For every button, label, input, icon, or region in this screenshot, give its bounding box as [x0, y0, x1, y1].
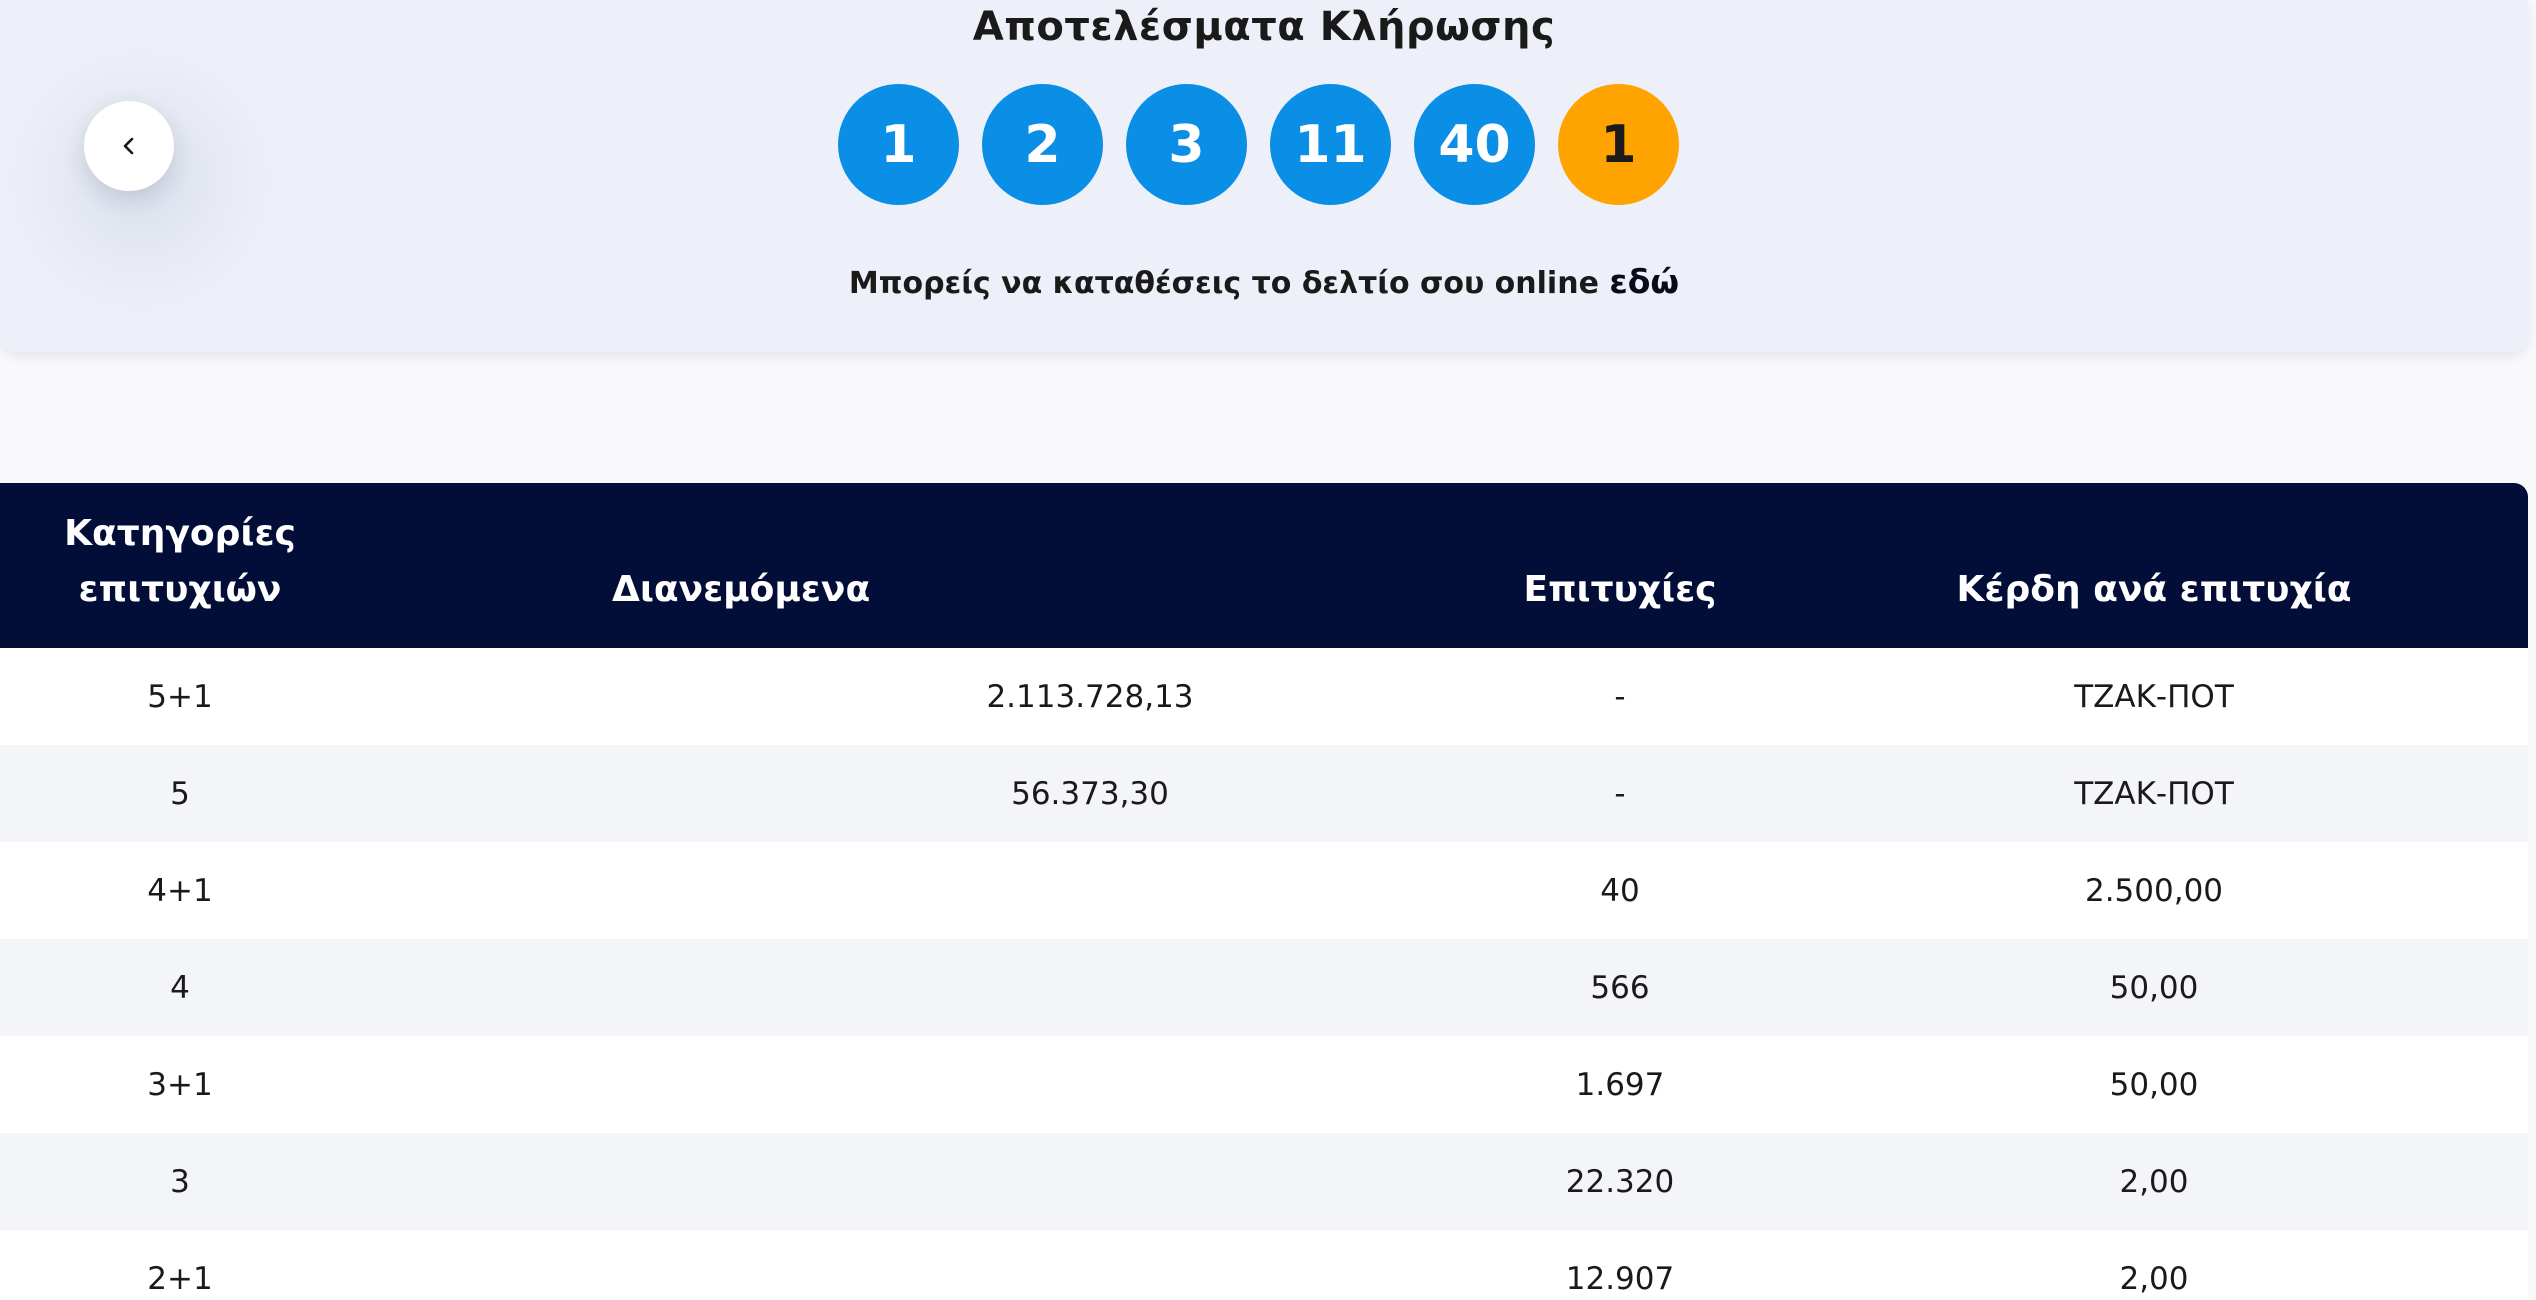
online-submit-text: Μπορείς να καταθέσεις το δελτίο σου onli…	[0, 262, 2528, 301]
cell-distributed	[360, 1036, 1460, 1133]
cell-distributed: 56.373,30	[360, 745, 1460, 842]
header-category: Κατηγορίες επιτυχιών	[64, 513, 296, 610]
cell-distributed-value: 56.373,30	[1011, 775, 1169, 812]
drawn-numbers: 1 2 3 11 40 1	[838, 84, 1679, 205]
table-row: 3+1 1.697 50,00	[0, 1036, 2528, 1133]
table-row: 5 56.373,30 - ΤΖΑΚ-ΠΟΤ	[0, 745, 2528, 842]
cell-distributed-value: 2.113.728,13	[986, 678, 1194, 715]
drawn-number-ball: 1	[838, 84, 959, 205]
cell-winners: -	[1614, 678, 1626, 715]
table-header: Κατηγορίες επιτυχιών Διανεμόμενα Επιτυχί…	[0, 483, 2528, 648]
table-row: 2+1 12.907 2,00	[0, 1230, 2528, 1300]
cell-winners: -	[1614, 775, 1626, 812]
header-winners: Επιτυχίες	[1523, 569, 1717, 610]
cell-category: 5	[170, 775, 190, 812]
cell-prize: 2,00	[2119, 1163, 2189, 1200]
cell-prize: ΤΖΑΚ-ΠΟΤ	[2074, 775, 2234, 812]
page-title: Αποτελέσματα Κλήρωσης	[972, 4, 1556, 50]
page: Αποτελέσματα Κλήρωσης 1 2 3 11 40 1 Μπορ…	[0, 0, 2536, 1300]
cell-winners: 22.320	[1565, 1163, 1675, 1200]
drawn-number-ball: 11	[1270, 84, 1391, 205]
back-button[interactable]	[84, 101, 174, 191]
cell-category: 2+1	[147, 1260, 213, 1297]
cell-category: 4+1	[147, 872, 213, 909]
cell-winners: 566	[1590, 969, 1650, 1006]
prize-table: Κατηγορίες επιτυχιών Διανεμόμενα Επιτυχί…	[0, 483, 2528, 1300]
cell-winners: 40	[1600, 872, 1640, 909]
table-row: 4 566 50,00	[0, 939, 2528, 1036]
cell-prize: 2,00	[2119, 1260, 2189, 1297]
cell-distributed: 2.113.728,13	[360, 648, 1460, 745]
cell-prize: 2.500,00	[2084, 872, 2224, 909]
table-row: 3 22.320 2,00	[0, 1133, 2528, 1230]
drawn-number-ball: 2	[982, 84, 1103, 205]
drawn-number-ball: 40	[1414, 84, 1535, 205]
header-prize: Κέρδη ανά επιτυχία	[1956, 569, 2352, 610]
cell-winners: 12.907	[1565, 1260, 1675, 1297]
cell-distributed	[360, 939, 1460, 1036]
drawn-number-ball: 3	[1126, 84, 1247, 205]
bonus-number-ball: 1	[1558, 84, 1679, 205]
cell-category: 3+1	[147, 1066, 213, 1103]
cell-category: 3	[170, 1163, 190, 1200]
cell-prize: 50,00	[2109, 969, 2199, 1006]
header-distributed: Διανεμόμενα	[612, 569, 871, 610]
cell-distributed	[360, 842, 1460, 939]
cell-prize: 50,00	[2109, 1066, 2199, 1103]
online-submit-link[interactable]: εδώ	[1609, 262, 1679, 301]
cell-winners: 1.697	[1575, 1066, 1665, 1103]
cell-category: 5+1	[147, 678, 213, 715]
cell-distributed	[360, 1133, 1460, 1230]
table-row: 4+1 40 2.500,00	[0, 842, 2528, 939]
table-row: 5+1 2.113.728,13 - ΤΖΑΚ-ΠΟΤ	[0, 648, 2528, 745]
cell-category: 4	[170, 969, 190, 1006]
draw-results-panel: Αποτελέσματα Κλήρωσης 1 2 3 11 40 1 Μπορ…	[0, 0, 2528, 352]
online-submit-label: Μπορείς να καταθέσεις το δελτίο σου onli…	[848, 266, 1599, 301]
cell-prize: ΤΖΑΚ-ΠΟΤ	[2074, 678, 2234, 715]
cell-distributed	[360, 1230, 1460, 1300]
chevron-left-icon	[118, 135, 140, 157]
